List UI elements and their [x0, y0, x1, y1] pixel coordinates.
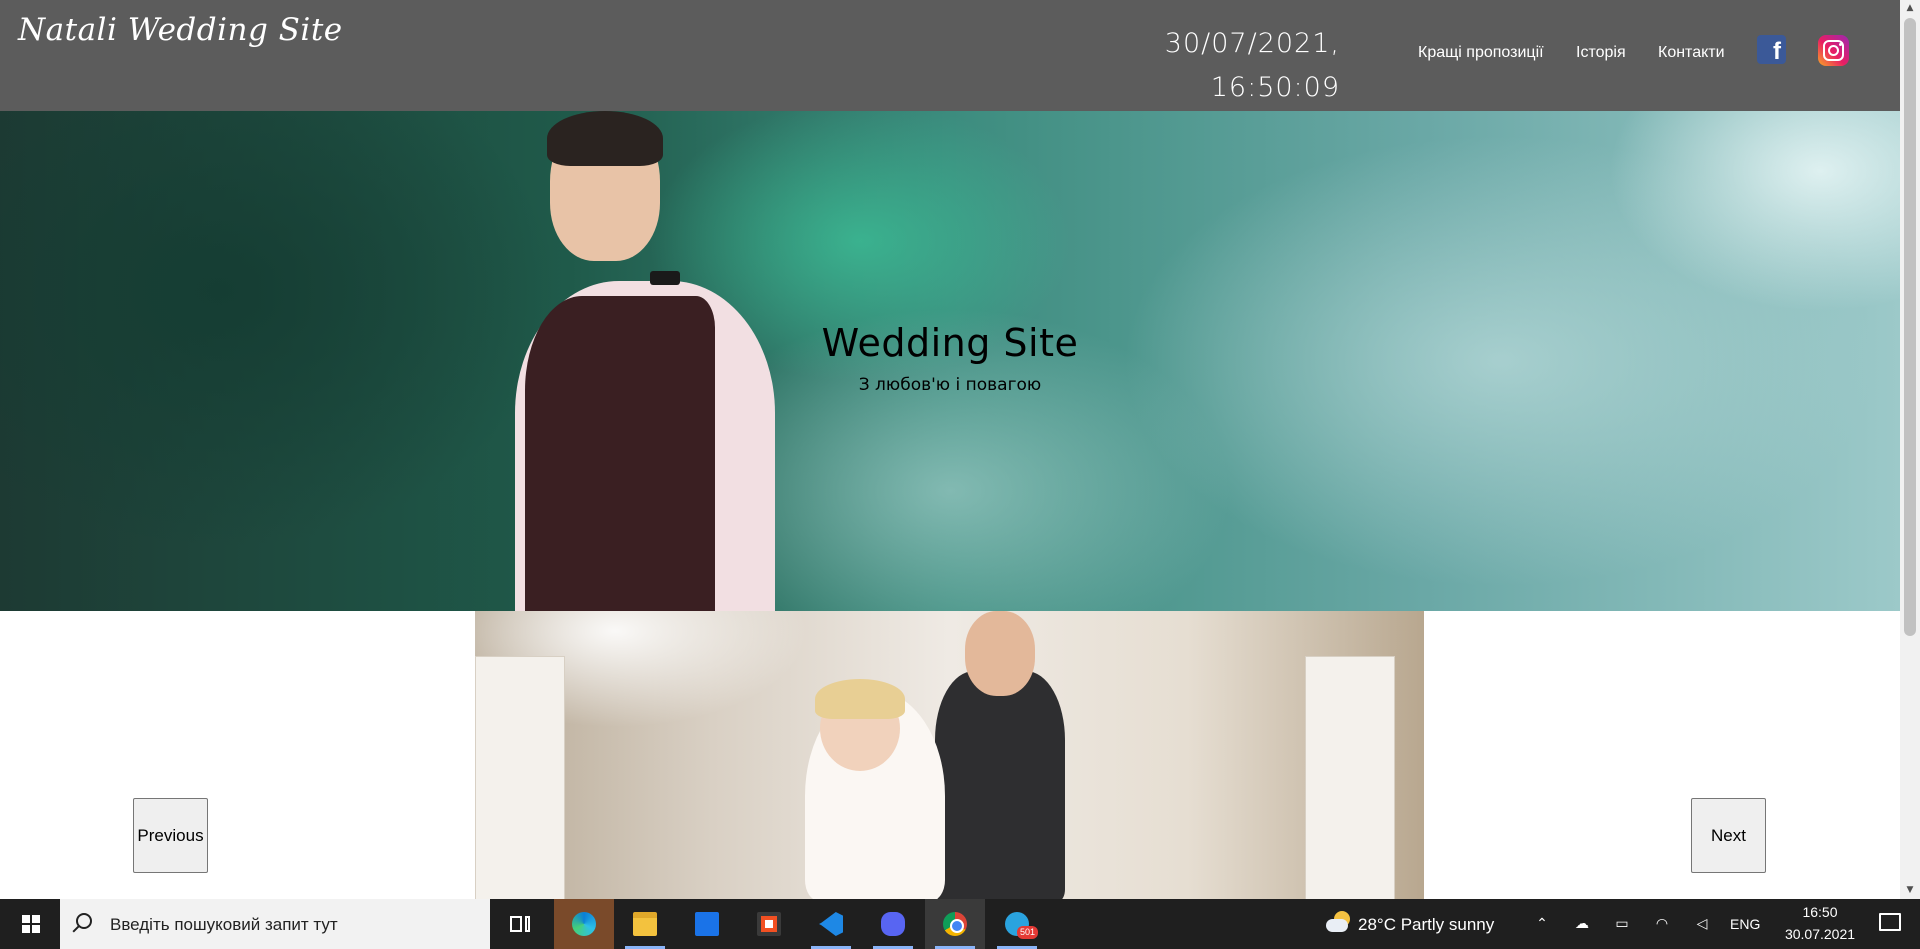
partly-sunny-icon[interactable] — [1326, 911, 1350, 935]
next-button[interactable]: Next — [1691, 798, 1766, 873]
site-header: Natali Wedding Site 30/07/2021, 16:50:09… — [0, 0, 1900, 111]
live-datetime: 30/07/2021, 16:50:09 — [1150, 22, 1340, 110]
carousel-bride-hair — [815, 679, 905, 719]
onedrive-cloud-icon[interactable]: ☁ — [1573, 914, 1591, 932]
task-view-icon — [508, 912, 532, 936]
taskbar-clock-time[interactable]: 16:50 — [1790, 904, 1850, 920]
instagram-dot — [1839, 43, 1842, 46]
instagram-icon[interactable] — [1818, 35, 1849, 66]
start-button[interactable] — [0, 899, 60, 949]
telegram-unread-badge: 501 — [1017, 926, 1039, 939]
taskbar-app-chrome[interactable] — [925, 899, 985, 949]
site-logo[interactable]: Natali Wedding Site — [18, 12, 343, 48]
scroll-up-arrow-icon[interactable]: ▲ — [1900, 0, 1920, 17]
taskbar-search[interactable]: Введіть пошуковий запит тут — [60, 899, 490, 949]
hero-title: Wedding Site — [821, 321, 1079, 365]
search-icon — [76, 913, 92, 929]
carousel-slide-image — [475, 611, 1424, 899]
task-view-button[interactable] — [490, 899, 550, 949]
band-banner-right — [1305, 656, 1395, 899]
search-placeholder: Введіть пошуковий запит тут — [110, 915, 338, 934]
current-date: 30/07/2021, — [1164, 28, 1340, 59]
nav-contacts[interactable]: Контакти — [1658, 44, 1725, 62]
taskbar-app-vscode[interactable] — [801, 899, 861, 949]
discord-icon — [881, 912, 905, 936]
windows-taskbar: Введіть пошуковий запит тут 501 28°C Par… — [0, 899, 1920, 949]
vscode-icon — [819, 912, 843, 936]
taskbar-app-edge[interactable] — [554, 899, 614, 949]
taskbar-app-store[interactable] — [739, 899, 799, 949]
previous-button[interactable]: Previous — [133, 798, 208, 873]
edge-icon — [572, 912, 596, 936]
nav-best-offers[interactable]: Кращі пропозиції — [1418, 44, 1544, 62]
carousel-groom-head — [965, 611, 1035, 696]
cloud-shape — [1326, 919, 1348, 932]
taskbar-app-discord[interactable] — [863, 899, 923, 949]
band-banner-left — [475, 656, 565, 899]
current-time: 16:50:09 — [1210, 72, 1340, 103]
hero-banner: Wedding Site З любов'ю і повагою — [0, 111, 1900, 611]
windows-logo-icon — [22, 915, 40, 933]
nav-history[interactable]: Історія — [1576, 44, 1626, 62]
volume-icon[interactable]: ◁ — [1693, 914, 1711, 932]
folder-icon — [633, 912, 657, 936]
groom-hair — [547, 111, 663, 166]
notification-bubble — [1879, 913, 1901, 931]
show-hidden-icons-chevron-icon[interactable]: ⌃ — [1533, 914, 1551, 932]
language-indicator[interactable]: ENG — [1730, 916, 1760, 932]
web-page: Natali Wedding Site 30/07/2021, 16:50:09… — [0, 0, 1900, 899]
weather-widget[interactable]: 28°C Partly sunny — [1358, 915, 1494, 935]
mail-icon — [695, 912, 719, 936]
carousel-groom — [935, 671, 1065, 899]
battery-icon[interactable]: ▭ — [1613, 914, 1631, 932]
instagram-lens — [1828, 45, 1839, 56]
hero-subtitle: З любов'ю і повагою — [858, 375, 1042, 395]
page-scrollbar[interactable]: ▲ ▼ — [1900, 0, 1920, 899]
scroll-thumb[interactable] — [1904, 18, 1916, 636]
taskbar-app-mail[interactable] — [677, 899, 737, 949]
facebook-icon[interactable]: f — [1757, 35, 1786, 64]
scroll-down-arrow-icon[interactable]: ▼ — [1900, 882, 1920, 899]
groom-bowtie — [650, 271, 680, 285]
store-icon — [757, 912, 781, 936]
wifi-icon[interactable]: ◠ — [1653, 914, 1671, 932]
chrome-icon — [943, 912, 967, 936]
taskbar-app-file-explorer[interactable] — [615, 899, 675, 949]
notification-center-icon[interactable] — [1870, 911, 1910, 937]
taskbar-clock-date[interactable]: 30.07.2021 — [1772, 926, 1868, 942]
taskbar-app-telegram[interactable]: 501 — [987, 899, 1047, 949]
